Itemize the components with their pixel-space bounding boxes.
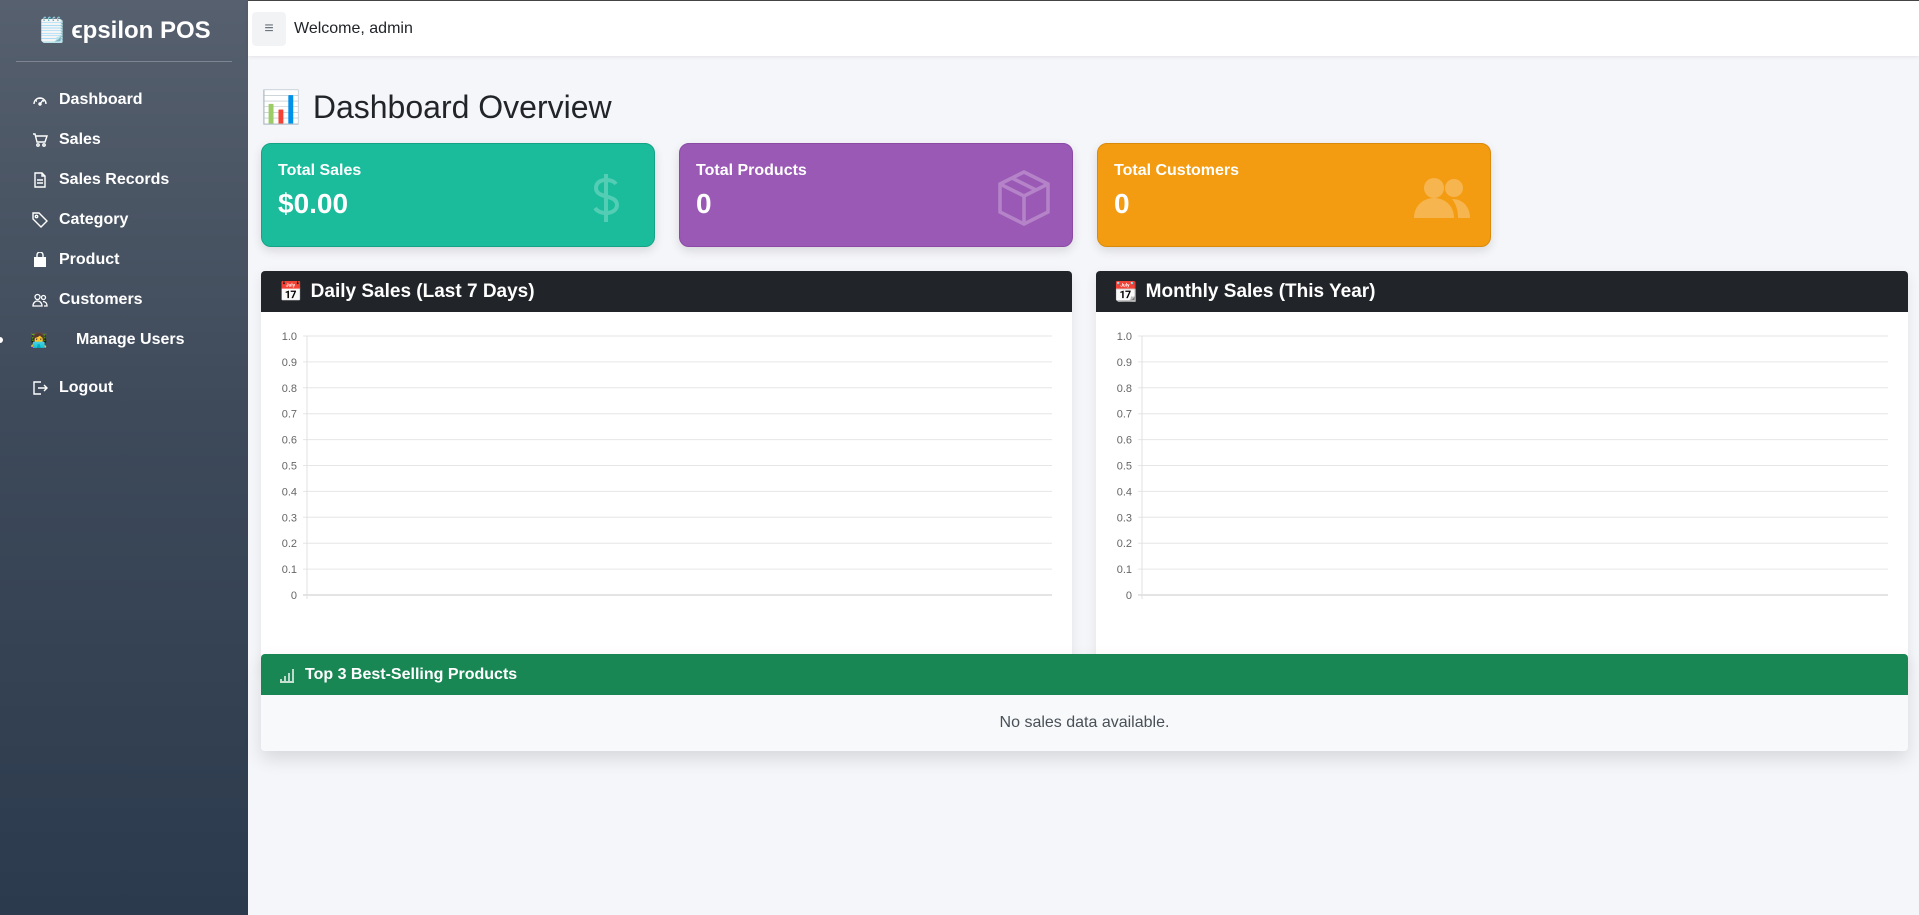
y-tick-label: 0 [291,590,297,602]
charts-row: 📅 Daily Sales (Last 7 Days) 1.0 0.9 0.8 0.7… [261,271,1908,671]
stat-card-total-sales: Total Sales $0.00 [261,143,655,247]
cart-icon [30,130,50,150]
best-selling-panel: Top 3 Best-Selling Products No sales dat… [261,654,1908,751]
y-tick-label: 0.8 [1117,383,1132,395]
sidebar-item-dashboard[interactable]: Dashboard [0,80,248,120]
best-selling-title: Top 3 Best-Selling Products [305,665,518,683]
sidebar-item-label: Sales Records [59,171,170,188]
dollar-icon [576,168,636,228]
tag-icon [30,210,50,230]
stat-card-total-customers: Total Customers 0 [1097,143,1491,247]
sidebar-item-logout[interactable]: Logout [0,368,248,408]
brand-name: ϵpsilon POS [71,16,211,44]
best-selling-body: No sales data available. [261,695,1908,751]
calendar-icon: 📅 [279,281,303,303]
sidebar-item-category[interactable]: Category [0,200,248,240]
y-tick-label: 1.0 [282,331,297,343]
y-tick-label: 0.1 [282,564,297,576]
sidebar-item-label: Manage Users [76,331,185,348]
y-tick-label: 0.4 [282,486,297,498]
y-tick-label: 0.6 [1117,435,1132,447]
sidebar-item-sales-records[interactable]: Sales Records [0,160,248,200]
hamburger-icon: ≡ [264,19,274,37]
chart-plot: 1.0 0.9 0.8 0.7 0.6 0.5 0.4 0.3 0.2 0.1 0 [1117,331,1888,602]
best-selling-header: Top 3 Best-Selling Products [261,654,1908,695]
y-tick-label: 0.9 [282,357,297,369]
sidebar-item-manage-users[interactable]: 👩‍💻 Manage Users [0,320,248,360]
sidebar-item-label: Dashboard [59,91,143,108]
calendar-icon: 📆 [1114,281,1138,303]
chart-plot: 1.0 0.9 0.8 0.7 0.6 0.5 0.4 0.3 0.2 0.1 0 [282,331,1052,602]
speedometer-icon [30,90,50,110]
box-icon [994,168,1054,228]
y-tick-label: 0.7 [282,409,297,421]
document-icon [30,170,50,190]
chart-header: 📆 Monthly Sales (This Year) [1096,271,1908,312]
y-tick-label: 0.2 [1117,538,1132,550]
list-bullet [0,337,3,343]
sidebar-item-product[interactable]: Product [0,240,248,280]
y-tick-label: 0.1 [1117,564,1132,576]
sidebar-item-label: Customers [59,291,143,308]
chart-title: Daily Sales (Last 7 Days) [310,280,535,302]
menu-toggle-button[interactable]: ≡ [252,11,286,46]
welcome-text: Welcome, admin [294,19,413,37]
y-tick-label: 0.9 [1117,357,1132,369]
daily-sales-chart[interactable]: 1.0 0.9 0.8 0.7 0.6 0.5 0.4 0.3 0.2 0.1 0 [261,312,1072,671]
chart-title: Monthly Sales (This Year) [1145,280,1376,302]
bag-icon [30,250,50,270]
people-icon [1412,168,1472,228]
y-tick-label: 0.3 [282,512,297,524]
sidebar-item-customers[interactable]: Customers [0,280,248,320]
y-tick-label: 0.8 [282,383,297,395]
sidebar-item-label: Product [59,251,120,268]
signal-bars-icon [280,668,294,683]
people-icon [30,290,50,310]
sidebar-item-label: Category [59,211,129,228]
main-content: 📊 Dashboard Overview Total Sales $0.00 T… [261,56,1908,751]
y-tick-label: 0.7 [1117,409,1132,421]
page-title-text: Dashboard Overview [312,88,612,125]
monthly-sales-chart-card: 📆 Monthly Sales (This Year) 1.0 0.9 0.8 0.7… [1096,271,1908,671]
bar-chart-icon: 📊 [261,89,301,125]
notepad-icon: 🗒️ [37,17,68,44]
logout-icon [30,378,50,398]
sidebar-item-label: Logout [59,379,114,396]
stat-cards: Total Sales $0.00 Total Products 0 Total… [261,143,1908,247]
sidebar-nav: Dashboard Sales Sales Records Category P… [0,80,248,408]
topbar: ≡ Welcome, admin [248,0,1919,56]
y-tick-label: 0.4 [1117,486,1132,498]
y-tick-label: 0.5 [1117,461,1132,473]
chart-header: 📅 Daily Sales (Last 7 Days) [261,271,1072,312]
y-tick-label: 1.0 [1117,331,1132,343]
y-tick-label: 0 [1126,590,1132,602]
y-tick-label: 0.3 [1117,512,1132,524]
monthly-sales-chart[interactable]: 1.0 0.9 0.8 0.7 0.6 0.5 0.4 0.3 0.2 0.1 0 [1096,312,1908,671]
y-tick-label: 0.2 [282,538,297,550]
sidebar: 🗒️ ϵpsilon POS Dashboard Sales Sales Rec… [0,0,248,915]
brand[interactable]: 🗒️ ϵpsilon POS [16,0,232,62]
page-title: 📊 Dashboard Overview [261,80,1908,134]
y-tick-label: 0.5 [282,461,297,473]
empty-state-text: No sales data available. [999,714,1170,731]
y-tick-label: 0.6 [282,435,297,447]
technologist-icon: 👩‍💻 [30,331,48,348]
sidebar-item-sales[interactable]: Sales [0,120,248,160]
stat-card-total-products: Total Products 0 [679,143,1073,247]
sidebar-item-label: Sales [59,131,101,148]
daily-sales-chart-card: 📅 Daily Sales (Last 7 Days) 1.0 0.9 0.8 0.7… [261,271,1072,671]
